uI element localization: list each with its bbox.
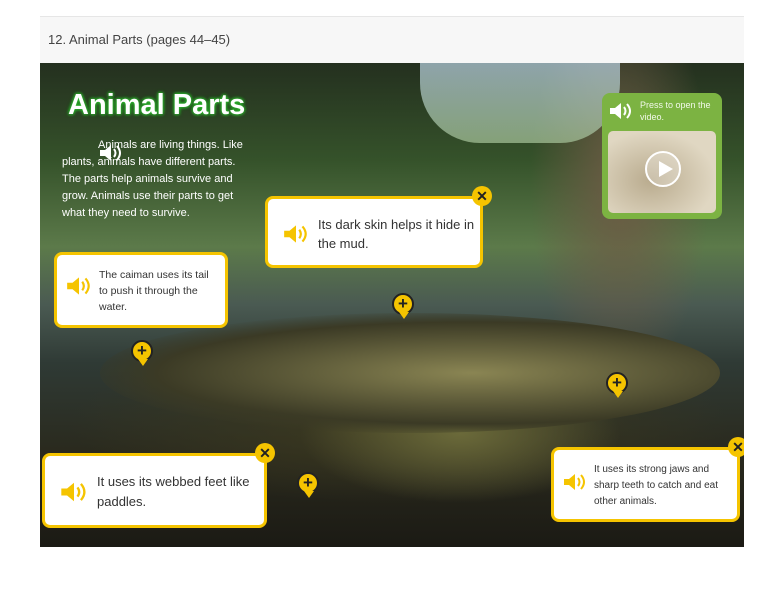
speaker-icon[interactable] [62,143,124,169]
video-card[interactable]: Press to open the video. [602,93,722,219]
callout-feet: It uses its webbed feet like paddles. [42,453,267,528]
callout-text: The caiman uses its tail to push it thro… [99,269,209,313]
hotspot-plus-icon[interactable]: + [131,340,153,366]
callout-jaws: It uses its strong jaws and sharp teeth … [551,447,740,522]
speaker-icon[interactable] [59,480,89,509]
speaker-icon[interactable] [65,275,93,302]
caiman-image [100,313,720,433]
callout-text: Its dark skin helps it hide in the mud. [318,217,475,251]
close-icon[interactable]: ✕ [472,186,492,206]
speaker-icon[interactable] [608,101,634,126]
hotspot-plus-icon[interactable]: + [297,472,319,498]
callout-tail: The caiman uses its tail to push it thro… [54,252,228,328]
page-header: 12. Animal Parts (pages 44–45) [40,17,744,63]
speaker-icon[interactable] [282,223,310,250]
speaker-icon[interactable] [562,472,588,497]
page-heading: 12. Animal Parts (pages 44–45) [48,32,231,47]
callout-text: It uses its webbed feet like paddles. [97,474,250,509]
sky-background [420,63,620,143]
hotspot-plus-icon[interactable]: + [392,293,414,319]
callout-text: It uses its strong jaws and sharp teeth … [594,464,718,507]
callout-skin: Its dark skin helps it hide in the mud. [265,196,483,268]
close-icon[interactable]: ✕ [255,443,275,463]
video-label: Press to open the video. [640,100,711,122]
scorpion-video-thumbnail[interactable] [608,131,716,213]
intro-text-block: Animals are living things. Like plants, … [62,137,247,222]
book-page: Animal Parts Animals are living things. … [40,63,744,547]
close-icon[interactable]: ✕ [728,437,744,457]
hotspot-plus-icon[interactable]: + [606,372,628,398]
page-title: Animal Parts [68,89,246,121]
play-icon[interactable] [645,151,681,187]
